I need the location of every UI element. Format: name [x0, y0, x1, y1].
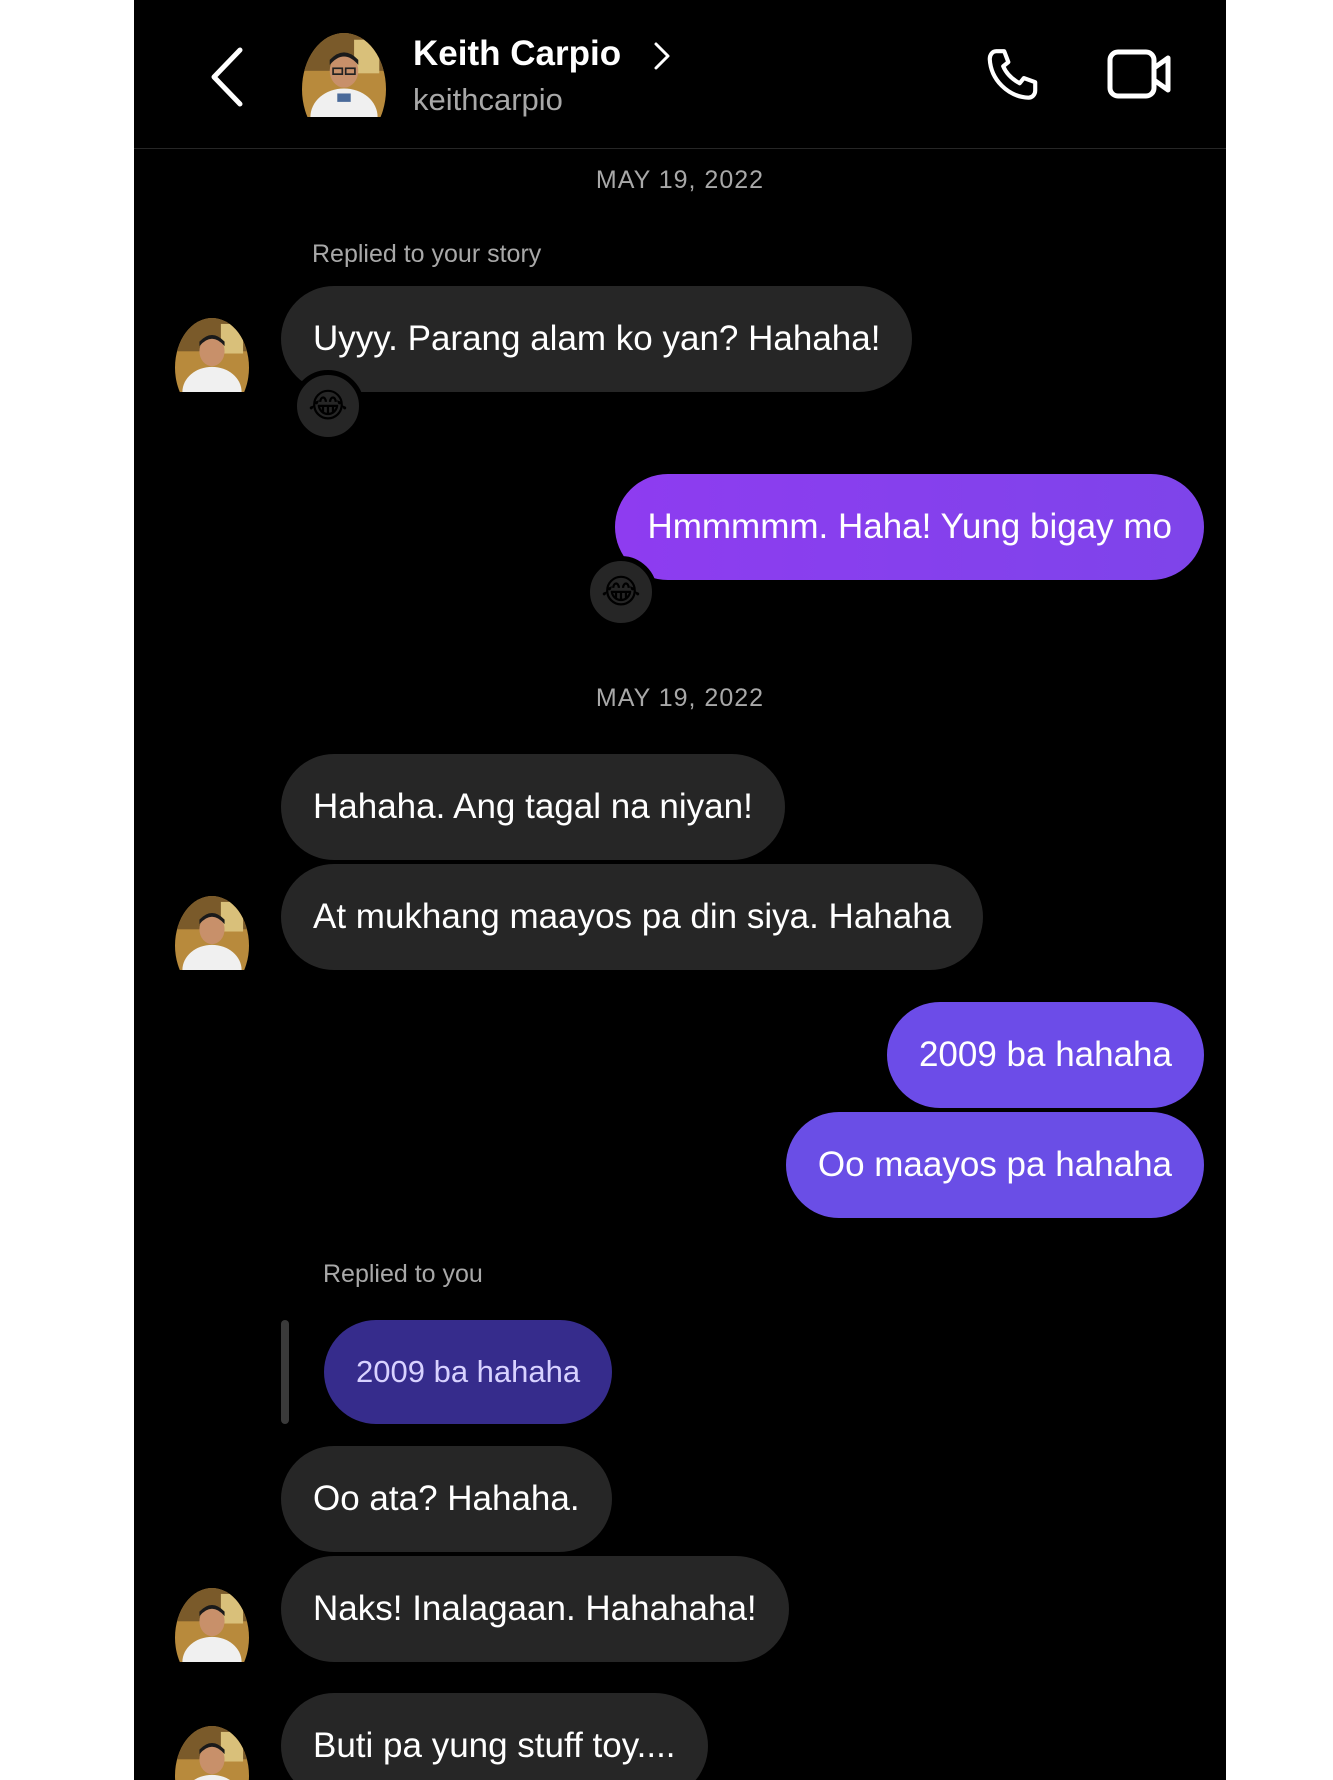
date-separator: MAY 19, 2022 — [595, 166, 765, 194]
chat-screen: Keith Carpio keithcarpio MAY 19, 2022 Re… — [134, 0, 1226, 1780]
outgoing-message[interactable]: Oo maayos pa hahaha — [785, 1112, 1204, 1218]
avatar[interactable] — [302, 33, 386, 117]
contact-name[interactable]: Keith Carpio — [413, 34, 621, 74]
chevron-left-icon[interactable] — [202, 42, 252, 112]
chevron-right-icon[interactable] — [650, 38, 674, 74]
avatar[interactable] — [175, 1588, 249, 1662]
incoming-message[interactable]: At mukhang maayos pa din siya. Hahaha — [281, 864, 984, 970]
reply-indicator-bar — [281, 1320, 289, 1424]
incoming-message[interactable]: Hahaha. Ang tagal na niyan! — [281, 754, 785, 860]
avatar[interactable] — [175, 1726, 249, 1780]
avatar[interactable] — [175, 318, 249, 392]
outgoing-message[interactable]: Hmmmmm. Haha! Yung bigay mo — [615, 474, 1204, 580]
quoted-message[interactable]: 2009 ba hahaha — [324, 1320, 613, 1424]
reaction-emoji[interactable]: 😂 — [585, 556, 657, 628]
story-reply-label: Replied to your story — [312, 240, 542, 268]
incoming-message[interactable]: Oo ata? Hahaha. — [281, 1446, 612, 1552]
avatar[interactable] — [175, 896, 249, 970]
phone-icon[interactable] — [982, 44, 1044, 106]
video-camera-icon[interactable] — [1106, 46, 1174, 102]
contact-username: keithcarpio — [413, 82, 563, 117]
incoming-message[interactable]: Uyyy. Parang alam ko yan? Hahaha! — [281, 286, 913, 392]
date-separator: MAY 19, 2022 — [595, 684, 765, 712]
outgoing-message[interactable]: 2009 ba hahaha — [886, 1002, 1204, 1108]
reaction-emoji[interactable]: 😂 — [292, 370, 364, 442]
reply-label: Replied to you — [323, 1260, 483, 1288]
incoming-message[interactable]: Buti pa yung stuff toy.... — [281, 1693, 708, 1780]
chat-header: Keith Carpio keithcarpio — [134, 0, 1226, 149]
incoming-message[interactable]: Naks! Inalagaan. Hahahaha! — [281, 1556, 789, 1662]
